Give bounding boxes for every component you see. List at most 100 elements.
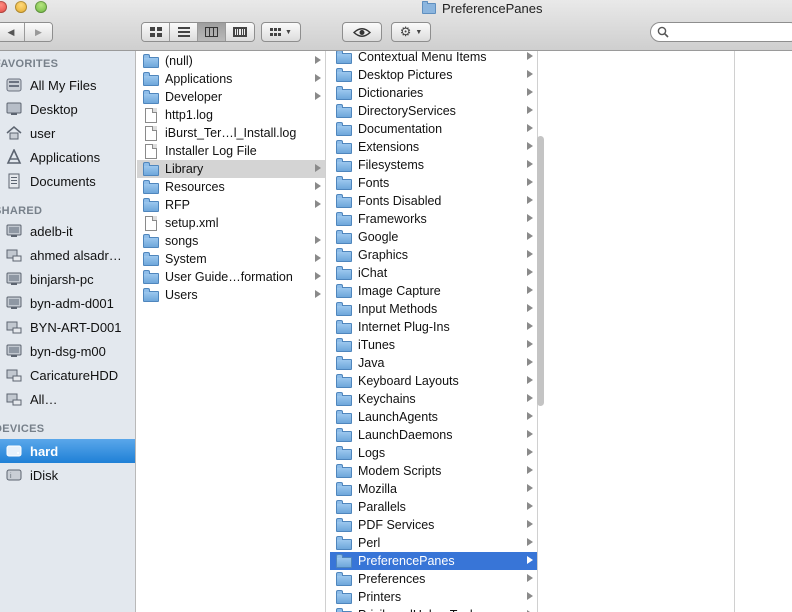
column-library-item[interactable]: Internet Plug-Ins — [330, 318, 537, 336]
column-library-item[interactable]: Documentation — [330, 120, 537, 138]
list-view-icon — [177, 27, 190, 37]
column-library-item[interactable]: Perl — [330, 534, 537, 552]
list-view-button[interactable] — [170, 23, 198, 41]
sidebar-item-shared-0[interactable]: adelb-it — [0, 219, 135, 243]
column-root-item[interactable]: Installer Log File — [137, 142, 325, 160]
back-button[interactable]: ◀ — [0, 23, 25, 41]
sidebar-item-shared-5[interactable]: byn-dsg-m00 — [0, 339, 135, 363]
window-title: PreferencePanes — [442, 0, 543, 16]
column-library-item[interactable]: Preferences — [330, 570, 537, 588]
column-library-item[interactable]: Logs — [330, 444, 537, 462]
column-library-item[interactable]: Desktop Pictures — [330, 66, 537, 84]
sidebar-item-label: Desktop — [30, 101, 78, 117]
sidebar-item-shared-3[interactable]: byn-adm-d001 — [0, 291, 135, 315]
cover-flow-view-button[interactable] — [226, 23, 254, 41]
column-root-item[interactable]: iBurst_Ter…l_Install.log — [137, 124, 325, 142]
disclosure-arrow-icon — [527, 394, 533, 402]
column-root-item[interactable]: http1.log — [137, 106, 325, 124]
disclosure-arrow-icon — [527, 286, 533, 294]
close-window-button[interactable] — [0, 1, 7, 13]
column-library-item[interactable]: Input Methods — [330, 300, 537, 318]
folder-icon — [336, 212, 352, 226]
column-library-item[interactable]: Fonts — [330, 174, 537, 192]
eye-icon — [353, 27, 371, 37]
column-library-item-label: Fonts — [358, 176, 390, 190]
column-library-item[interactable]: DirectoryServices — [330, 102, 537, 120]
column-root-item[interactable]: User Guide…formation — [137, 268, 325, 286]
sidebar-item-shared-1[interactable]: ahmed alsadr… — [0, 243, 135, 267]
column-root-item[interactable]: Resources — [137, 178, 325, 196]
disclosure-arrow-icon — [315, 290, 321, 298]
gear-icon: ⚙ — [399, 24, 412, 39]
column-library-item[interactable]: PDF Services — [330, 516, 537, 534]
document-icon — [143, 126, 159, 141]
column-library-item[interactable]: Contextual Menu Items — [330, 51, 537, 66]
column-library-item-label: Keyboard Layouts — [358, 374, 459, 388]
column-root-item[interactable]: setup.xml — [137, 214, 325, 232]
column-library-item[interactable]: Extensions — [330, 138, 537, 156]
column-library-item[interactable]: iChat — [330, 264, 537, 282]
document-icon — [143, 108, 159, 123]
column-library-item-label: Graphics — [358, 248, 409, 262]
column-library-item-label: Frameworks — [358, 212, 427, 226]
column-root-item[interactable]: Library — [137, 160, 325, 178]
search-icon — [657, 26, 669, 38]
column-library-item[interactable]: iTunes — [330, 336, 537, 354]
disclosure-arrow-icon — [527, 124, 533, 132]
sidebar-item-favorite-1[interactable]: Desktop — [0, 97, 135, 121]
arrange-button[interactable]: ▼ — [261, 22, 301, 42]
sidebar-item-shared-7[interactable]: All… — [0, 387, 135, 411]
column-root-item[interactable]: songs — [137, 232, 325, 250]
folder-icon — [336, 194, 352, 208]
sidebar-item-shared-4[interactable]: BYN-ART-D001 — [0, 315, 135, 339]
chevron-down-icon: ▼ — [285, 28, 292, 36]
sidebar-item-favorite-2[interactable]: user — [0, 121, 135, 145]
column-root-item[interactable]: RFP — [137, 196, 325, 214]
column-library-item[interactable]: PrivilegedHelperTools — [330, 606, 537, 612]
column-library-item[interactable]: Google — [330, 228, 537, 246]
column-library-item[interactable]: Java — [330, 354, 537, 372]
column-library-item[interactable]: Fonts Disabled — [330, 192, 537, 210]
icon-view-button[interactable] — [142, 23, 170, 41]
chevron-down-icon: ▼ — [415, 28, 423, 36]
column-view-button[interactable] — [198, 23, 226, 41]
sidebar-item-shared-6[interactable]: CaricatureHDD — [0, 363, 135, 387]
column-library-item[interactable]: Parallels — [330, 498, 537, 516]
minimize-window-button[interactable] — [15, 1, 27, 13]
column-library-item-label: Image Capture — [358, 284, 441, 298]
sidebar-item-favorite-4[interactable]: Documents — [0, 169, 135, 193]
zoom-window-button[interactable] — [35, 1, 47, 13]
column-library-item[interactable]: Keyboard Layouts — [330, 372, 537, 390]
sidebar-item-device-1[interactable]: i iDisk — [0, 463, 135, 487]
column-library-item[interactable]: LaunchAgents — [330, 408, 537, 426]
sidebar-item-favorite-3[interactable]: Applications — [0, 145, 135, 169]
column-root-item[interactable]: Developer — [137, 88, 325, 106]
column-root-item[interactable]: Users — [137, 286, 325, 304]
column-root-item[interactable]: Applications — [137, 70, 325, 88]
forward-button[interactable]: ▶ — [25, 23, 52, 41]
column-library-item[interactable]: Dictionaries — [330, 84, 537, 102]
search-field[interactable] — [650, 22, 792, 42]
action-button[interactable]: ⚙ ▼ — [391, 22, 431, 42]
column-library-item[interactable]: Printers — [330, 588, 537, 606]
sidebar-item-label: Documents — [30, 173, 96, 189]
sidebar-item-device-0[interactable]: hard — [0, 439, 135, 463]
applications-icon — [6, 149, 22, 165]
column-root-item[interactable]: System — [137, 250, 325, 268]
sidebar-item-favorite-0[interactable]: All My Files — [0, 73, 135, 97]
cover-flow-icon — [233, 27, 247, 37]
column-library-item[interactable]: Mozilla — [330, 480, 537, 498]
column-library-item[interactable]: Modem Scripts — [330, 462, 537, 480]
column-library-item[interactable]: LaunchDaemons — [330, 426, 537, 444]
column-library-item[interactable]: PreferencePanes — [330, 552, 537, 570]
column-root-item[interactable]: (null) — [137, 52, 325, 70]
sidebar-item-shared-2[interactable]: binjarsh-pc — [0, 267, 135, 291]
quick-look-button[interactable] — [342, 22, 382, 42]
disclosure-arrow-icon — [315, 164, 321, 172]
home-icon — [6, 125, 22, 141]
column-library-item[interactable]: Filesystems — [330, 156, 537, 174]
column-library-item[interactable]: Keychains — [330, 390, 537, 408]
column-library-item[interactable]: Graphics — [330, 246, 537, 264]
column-library-item[interactable]: Image Capture — [330, 282, 537, 300]
column-library-item[interactable]: Frameworks — [330, 210, 537, 228]
